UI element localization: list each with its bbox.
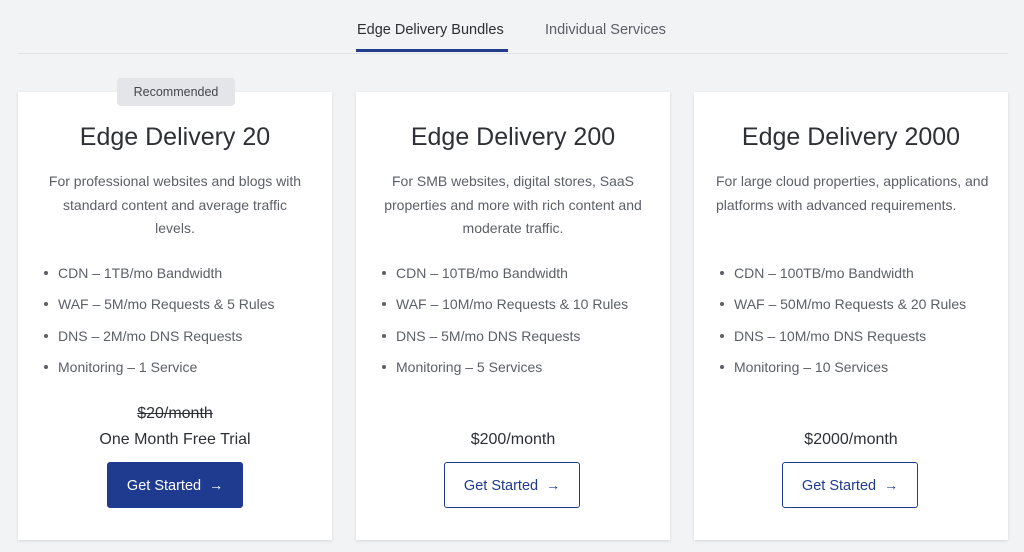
feature-item: DNS – 2M/mo DNS Requests xyxy=(44,326,322,357)
tab-edge-delivery-bundles[interactable]: Edge Delivery Bundles xyxy=(357,22,504,38)
recommended-badge: Recommended xyxy=(117,78,235,106)
plan-title: Edge Delivery 200 xyxy=(410,123,616,151)
get-started-button[interactable]: Get Started → xyxy=(107,462,243,508)
feature-item: Monitoring – 5 Services xyxy=(382,357,660,388)
button-label: Get Started xyxy=(463,478,539,494)
plan-price: $2000/month xyxy=(804,431,898,448)
plan-description: For large cloud properties, applications… xyxy=(716,173,989,213)
feature-item: CDN – 100TB/mo Bandwidth xyxy=(720,263,998,294)
plan-price: $200/month xyxy=(470,431,556,448)
plan-card-edge-delivery-20: Edge Delivery 20 For professional websit… xyxy=(18,92,332,540)
feature-item: WAF – 10M/mo Requests & 10 Rules xyxy=(382,294,660,325)
button-label: Get Started xyxy=(801,478,877,494)
feature-item: CDN – 10TB/mo Bandwidth xyxy=(382,263,660,294)
button-label: Get Started xyxy=(126,478,202,494)
plan-card-edge-delivery-200: Edge Delivery 200 For SMB websites, digi… xyxy=(356,92,670,540)
plan-description: For SMB websites, digital stores, SaaS p… xyxy=(384,173,642,236)
feature-item: DNS – 10M/mo DNS Requests xyxy=(720,326,998,357)
feature-item: Monitoring – 10 Services xyxy=(720,357,998,388)
get-started-button[interactable]: Get Started → xyxy=(782,462,918,508)
feature-item: WAF – 50M/mo Requests & 20 Rules xyxy=(720,294,998,325)
arrow-right-icon: → xyxy=(209,477,224,493)
feature-item: CDN – 1TB/mo Bandwidth xyxy=(44,263,322,294)
feature-list: CDN – 1TB/mo Bandwidth WAF – 5M/mo Reque… xyxy=(44,263,322,388)
feature-item: Monitoring – 1 Service xyxy=(44,357,322,388)
feature-item: WAF – 5M/mo Requests & 5 Rules xyxy=(44,294,322,325)
plan-title: Edge Delivery 20 xyxy=(79,123,271,151)
plan-tabs: Edge Delivery Bundles Individual Service… xyxy=(18,0,1008,54)
original-price: $20/month xyxy=(137,405,213,422)
plan-description: For professional websites and blogs with… xyxy=(48,173,302,236)
plan-price: One Month Free Trial xyxy=(99,431,251,448)
get-started-button[interactable]: Get Started → xyxy=(444,462,580,508)
arrow-right-icon: → xyxy=(546,477,561,493)
feature-item: DNS – 5M/mo DNS Requests xyxy=(382,326,660,357)
plan-title: Edge Delivery 2000 xyxy=(741,123,961,151)
feature-list: CDN – 100TB/mo Bandwidth WAF – 50M/mo Re… xyxy=(720,263,998,388)
plan-card-edge-delivery-2000: Edge Delivery 2000 For large cloud prope… xyxy=(694,92,1008,540)
tab-individual-services[interactable]: Individual Services xyxy=(545,22,666,38)
feature-list: CDN – 10TB/mo Bandwidth WAF – 10M/mo Req… xyxy=(382,263,660,388)
active-tab-indicator xyxy=(356,49,508,52)
arrow-right-icon: → xyxy=(884,477,899,493)
